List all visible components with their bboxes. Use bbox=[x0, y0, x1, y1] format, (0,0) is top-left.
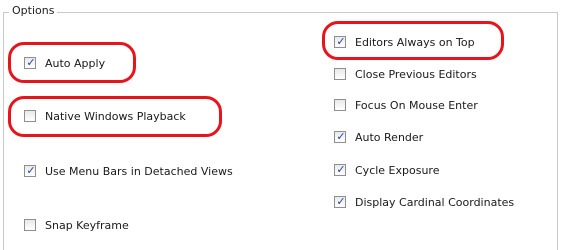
option-label: Focus On Mouse Enter bbox=[355, 98, 478, 112]
option-label: Auto Render bbox=[355, 130, 424, 144]
options-group-title: Options bbox=[9, 4, 58, 17]
option-use-menu-bars[interactable]: ✓ Use Menu Bars in Detached Views bbox=[24, 163, 233, 179]
option-label: Snap Keyframe bbox=[45, 218, 129, 232]
auto-apply-checkbox[interactable]: ✓ bbox=[24, 56, 36, 69]
option-display-cardinal-coordinates[interactable]: ✓ Display Cardinal Coordinates bbox=[334, 194, 514, 210]
checkmark-icon: ✓ bbox=[26, 164, 36, 177]
option-auto-apply[interactable]: ✓ Auto Apply bbox=[24, 55, 105, 71]
native-windows-playback-checkbox[interactable] bbox=[24, 110, 36, 122]
snap-keyframe-checkbox[interactable] bbox=[24, 219, 36, 231]
option-label: Native Windows Playback bbox=[45, 109, 186, 123]
option-cycle-exposure[interactable]: ✓ Cycle Exposure bbox=[334, 162, 439, 178]
option-snap-keyframe[interactable]: Snap Keyframe bbox=[24, 217, 129, 233]
option-close-previous-editors[interactable]: Close Previous Editors bbox=[334, 66, 477, 82]
option-auto-render[interactable]: ✓ Auto Render bbox=[334, 129, 423, 145]
cycle-exposure-checkbox[interactable]: ✓ bbox=[334, 163, 346, 176]
option-label: Editors Always on Top bbox=[355, 35, 475, 49]
checkmark-icon: ✓ bbox=[336, 163, 346, 176]
editors-always-on-top-checkbox[interactable]: ✓ bbox=[334, 35, 346, 48]
auto-render-checkbox[interactable]: ✓ bbox=[334, 130, 346, 143]
focus-on-mouse-enter-checkbox[interactable] bbox=[334, 99, 346, 111]
option-label: Auto Apply bbox=[45, 56, 106, 70]
checkmark-icon: ✓ bbox=[336, 35, 346, 48]
option-focus-on-mouse-enter[interactable]: Focus On Mouse Enter bbox=[334, 97, 478, 113]
display-cardinal-coordinates-checkbox[interactable]: ✓ bbox=[334, 195, 346, 208]
checkmark-icon: ✓ bbox=[336, 195, 346, 208]
option-label: Cycle Exposure bbox=[355, 163, 440, 177]
checkmark-icon: ✓ bbox=[26, 56, 36, 69]
option-native-windows-playback[interactable]: Native Windows Playback bbox=[24, 108, 186, 124]
close-previous-editors-checkbox[interactable] bbox=[334, 68, 346, 80]
option-label: Use Menu Bars in Detached Views bbox=[45, 164, 233, 178]
option-label: Display Cardinal Coordinates bbox=[355, 195, 515, 209]
option-label: Close Previous Editors bbox=[355, 67, 477, 81]
use-menu-bars-checkbox[interactable]: ✓ bbox=[24, 164, 36, 177]
option-editors-always-on-top[interactable]: ✓ Editors Always on Top bbox=[334, 34, 475, 50]
checkmark-icon: ✓ bbox=[336, 130, 346, 143]
